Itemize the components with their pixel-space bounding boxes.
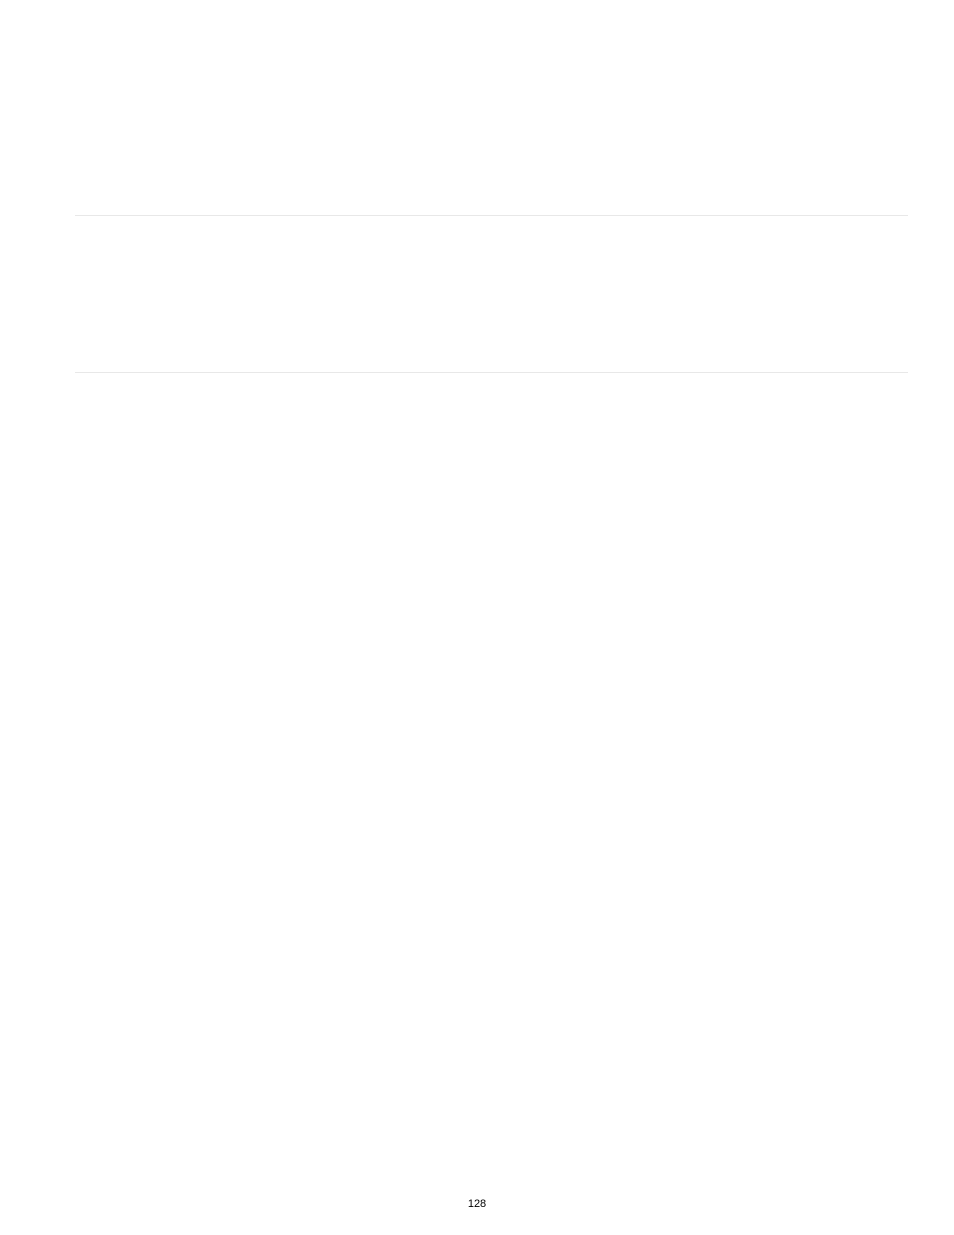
horizontal-divider [75, 372, 908, 373]
page-number: 128 [468, 1198, 486, 1210]
document-page: 128 [0, 0, 954, 1235]
horizontal-divider [75, 215, 908, 216]
